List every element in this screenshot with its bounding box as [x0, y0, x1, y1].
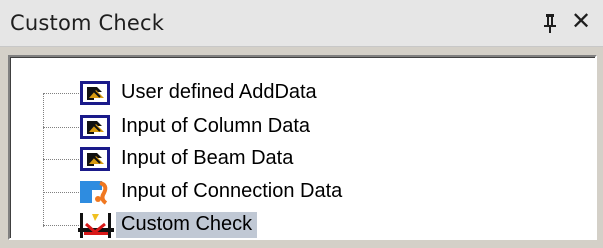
custom-check-panel: Custom Check ✕ User defined AddData Inpu…: [0, 0, 603, 248]
tree-item-label: Input of Beam Data: [121, 147, 294, 169]
tree-connector-line: [43, 225, 81, 226]
tree-connector-line: [43, 93, 44, 227]
close-icon[interactable]: ✕: [569, 8, 593, 34]
tree-item-input-of-column-data[interactable]: Input of Column Data: [78, 112, 315, 142]
tree-item-label: User defined AddData: [121, 81, 317, 103]
input-data-icon: [78, 112, 114, 142]
tree-item-label: Custom Check: [116, 212, 258, 238]
tree-connector-line: [43, 192, 81, 193]
panel-titlebar[interactable]: Custom Check ✕: [0, 0, 603, 47]
connection-icon: [78, 177, 114, 207]
panel-title: Custom Check: [10, 11, 165, 35]
tree-item-input-of-connection-data[interactable]: Input of Connection Data: [78, 177, 347, 207]
tree-item-label: Input of Column Data: [121, 115, 310, 137]
input-data-icon: [78, 78, 114, 108]
input-data-icon: [78, 144, 114, 174]
custom-check-icon: [78, 210, 114, 240]
tree-item-label: Input of Connection Data: [121, 180, 343, 202]
pin-icon[interactable]: [541, 12, 559, 34]
tree-connector-line: [43, 127, 81, 128]
tree-connector-line: [43, 159, 81, 160]
tree-connector-line: [43, 93, 81, 94]
tree-item-input-of-beam-data[interactable]: Input of Beam Data: [78, 144, 298, 174]
tree-item-user-defined-adddata[interactable]: User defined AddData: [78, 78, 322, 108]
tree-view[interactable]: User defined AddData Input of Column Dat…: [8, 55, 597, 240]
tree-item-custom-check[interactable]: Custom Check: [78, 210, 258, 240]
